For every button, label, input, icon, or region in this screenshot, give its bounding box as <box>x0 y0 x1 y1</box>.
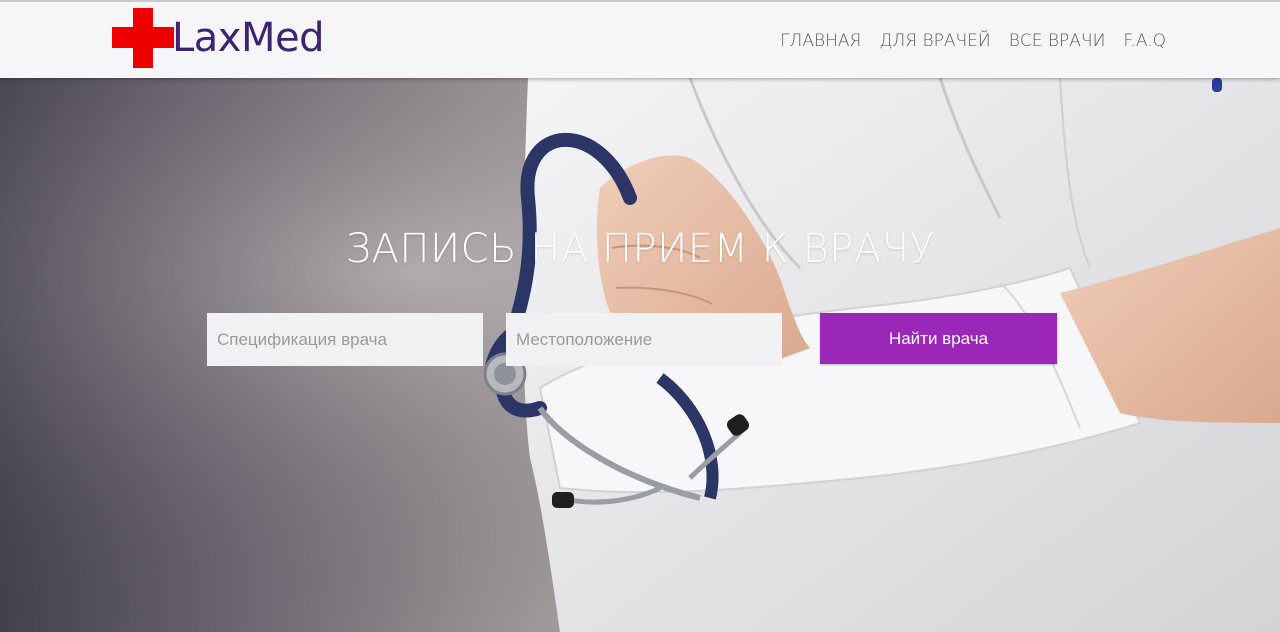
find-doctor-button[interactable]: Найти врача <box>820 313 1057 364</box>
specialty-input[interactable] <box>207 313 483 366</box>
main-nav: ГЛАВНАЯ ДЛЯ ВРАЧЕЙ ВСЕ ВРАЧИ F.A.Q <box>762 31 1166 51</box>
nav-item-for-doctors[interactable]: ДЛЯ ВРАЧЕЙ <box>879 31 990 51</box>
logo[interactable]: LaxMed <box>112 8 324 68</box>
brand-name: LaxMed <box>172 15 324 61</box>
hero-section: ЗАПИСЬ НА ПРИЕМ К ВРАЧУ Найти врача <box>0 78 1280 632</box>
nav-item-all-doctors[interactable]: ВСЕ ВРАЧИ <box>1009 31 1106 51</box>
medical-cross-icon <box>112 8 174 68</box>
location-input[interactable] <box>506 313 782 366</box>
nav-item-faq[interactable]: F.A.Q <box>1123 31 1166 51</box>
hero-title: ЗАПИСЬ НА ПРИЕМ К ВРАЧУ <box>345 226 935 272</box>
site-header: LaxMed ГЛАВНАЯ ДЛЯ ВРАЧЕЙ ВСЕ ВРАЧИ F.A.… <box>0 0 1280 78</box>
nav-item-home[interactable]: ГЛАВНАЯ <box>780 31 861 51</box>
